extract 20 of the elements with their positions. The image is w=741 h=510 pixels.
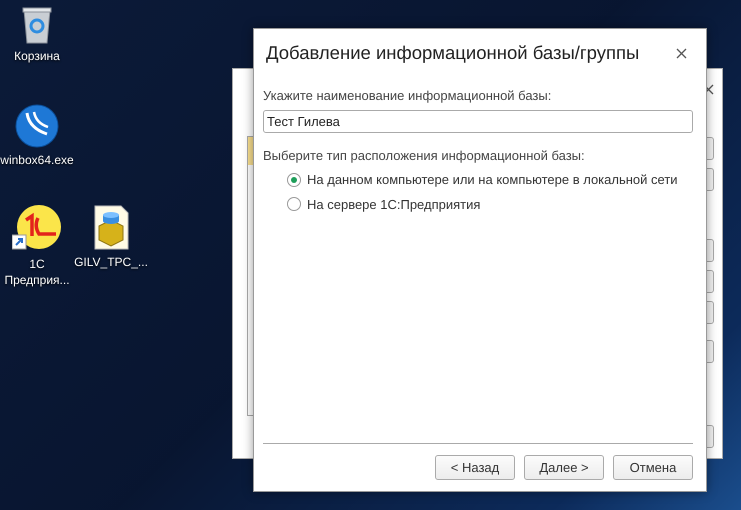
desktop-icon-label[interactable]: winbox64.exe <box>0 152 74 168</box>
radio-option[interactable]: На сервере 1С:Предприятия <box>287 194 697 214</box>
close-icon[interactable] <box>676 48 687 58</box>
dialog-button[interactable]: Далее > <box>524 455 604 480</box>
radio-option[interactable]: На данном компьютере или на компьютере в локальной сети <box>287 170 697 190</box>
desktop-icon-label[interactable]: Корзина <box>0 48 74 64</box>
dialog-title: Добавление информационной базы/группы <box>266 41 640 66</box>
database-file-icon <box>93 204 129 250</box>
desktop-icon-label[interactable]: GILV_TPC_... <box>74 254 148 270</box>
winbox-icon <box>15 104 59 148</box>
radio-button[interactable] <box>287 197 301 212</box>
dialog-button[interactable]: Отмена <box>613 455 693 480</box>
desktop-icon-label[interactable]: 1С Предприя... <box>0 256 74 288</box>
dialog-button[interactable]: < Назад <box>435 455 515 480</box>
field-label: Выберите тип расположения информационной базы: <box>263 146 586 165</box>
recycle-bin-icon <box>22 6 52 44</box>
field-label: Укажите наименование информационной базы: <box>263 87 552 105</box>
name-input-field[interactable]: Тест Гилева <box>263 110 693 132</box>
radio-button[interactable] <box>287 172 301 187</box>
onec-shortcut-icon <box>12 204 62 252</box>
